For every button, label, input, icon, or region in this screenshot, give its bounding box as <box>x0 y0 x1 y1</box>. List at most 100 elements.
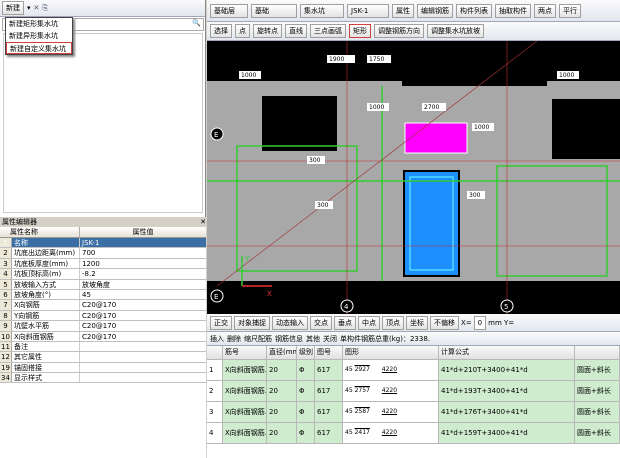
rebar-figure[interactable]: 617 <box>315 381 343 401</box>
property-value[interactable]: 1200 <box>80 259 206 268</box>
menu-item-shaped-pit[interactable]: 新建异形集水坑 <box>6 30 72 42</box>
rebar-figure[interactable]: 617 <box>315 423 343 443</box>
property-value[interactable]: C20@170 <box>80 300 206 309</box>
component-list-button[interactable]: 构件列表 <box>456 3 492 18</box>
parallel-button[interactable]: 平行 <box>559 3 581 18</box>
property-row[interactable]: 2 坑底出边距离(mm) 700 <box>0 248 206 259</box>
delete-button[interactable]: 删除 <box>227 334 241 344</box>
rotate-point-button[interactable]: 旋转点 <box>253 24 282 38</box>
category-select[interactable]: 基础 <box>251 3 297 18</box>
other-button[interactable]: 其他 <box>306 334 320 344</box>
property-row[interactable]: 4 坑板顶标高(m) -8.2 <box>0 269 206 280</box>
rebar-figure[interactable]: 617 <box>315 360 343 380</box>
type-select[interactable]: 集水坑 <box>300 3 344 18</box>
component-select[interactable]: JSK-1 <box>347 3 389 18</box>
rebar-diameter[interactable]: 20 <box>267 381 297 401</box>
rebar-row[interactable]: 1 X向斜面钢筋.1 20 Φ 617 45 2927 4220 41*d+21… <box>207 360 620 381</box>
property-value[interactable]: -8.2 <box>80 269 206 278</box>
two-points-button[interactable]: 两点 <box>534 3 556 18</box>
close-button[interactable]: 关闭 <box>323 334 337 344</box>
new-dropdown-icon[interactable]: ▾ <box>27 4 31 12</box>
adjust-rebar-direction-button[interactable]: 调整钢筋方向 <box>374 24 424 38</box>
vertex-button[interactable]: 顶点 <box>382 315 404 330</box>
property-value[interactable]: JSK-1 <box>80 238 206 247</box>
rebar-name[interactable]: X向斜面钢筋.3 <box>223 402 267 422</box>
property-row[interactable]: 1 名称 JSK-1 <box>0 238 206 249</box>
ortho-button[interactable]: 正交 <box>210 315 232 330</box>
rebar-note[interactable]: 圆面+斜长 <box>575 402 620 422</box>
rebar-note[interactable]: 圆面+斜长 <box>575 423 620 443</box>
rebar-figure[interactable]: 617 <box>315 402 343 422</box>
copy-icon[interactable]: ⎘ <box>42 4 48 13</box>
point-button[interactable]: 点 <box>235 24 250 38</box>
rebar-diameter[interactable]: 20 <box>267 402 297 422</box>
insert-button[interactable]: 插入 <box>210 334 224 344</box>
intersection-button[interactable]: 交点 <box>310 315 332 330</box>
rebar-row[interactable]: 2 X向斜面钢筋.2 20 Φ 617 45 2757 4220 41*d+19… <box>207 381 620 402</box>
menu-item-custom-pit[interactable]: 新建自定义集水坑 <box>6 42 72 54</box>
rebar-formula[interactable]: 41*d+210T+3400+41*d <box>439 360 575 380</box>
property-value[interactable]: C20@170 <box>80 332 206 341</box>
highlighted-pit[interactable] <box>404 122 468 154</box>
component-list[interactable] <box>3 33 203 213</box>
rebar-name[interactable]: X向斜面钢筋.2 <box>223 381 267 401</box>
property-value[interactable]: 700 <box>80 248 206 257</box>
property-value[interactable]: C20@170 <box>80 321 206 330</box>
search-icon[interactable]: 🔍 <box>192 19 201 27</box>
delete-icon[interactable]: ✕ <box>34 4 40 12</box>
rebar-grade[interactable]: Φ <box>297 423 315 443</box>
property-row[interactable]: 6 放坡角度(°) 45 <box>0 289 206 301</box>
property-row[interactable]: 7 X向钢筋 C20@170 <box>0 300 206 311</box>
property-row[interactable]: 3 坑底板厚度(mm) 1200 <box>0 258 206 270</box>
property-row[interactable]: 5 放坡输入方式 放坡角度 <box>0 279 206 290</box>
rebar-formula[interactable]: 41*d+193T+3400+41*d <box>439 381 575 401</box>
property-row[interactable]: 8 Y向钢筋 C20@170 <box>0 310 206 322</box>
rebar-formula[interactable]: 41*d+176T+3400+41*d <box>439 402 575 422</box>
cad-canvas[interactable]: 1900 1750 1000 1000 2700 1000 1000 300 3… <box>207 41 620 314</box>
rebar-name[interactable]: X向斜面钢筋.1 <box>223 360 267 380</box>
rebar-name[interactable]: X向斜面钢筋.4 <box>223 423 267 443</box>
close-icon[interactable]: ✕ <box>200 217 206 227</box>
property-value[interactable]: 放坡角度 <box>80 280 206 289</box>
osnap-button[interactable]: 对象捕捉 <box>234 315 270 330</box>
edit-rebar-button[interactable]: 编辑钢筋 <box>417 3 453 18</box>
rebar-row[interactable]: 3 X向斜面钢筋.3 20 Φ 617 45 2587 4220 41*d+17… <box>207 402 620 423</box>
new-button[interactable]: 新建 <box>2 1 24 15</box>
rebar-grade[interactable]: Φ <box>297 402 315 422</box>
rebar-formula[interactable]: 41*d+159T+3400+41*d <box>439 423 575 443</box>
property-value[interactable]: C20@170 <box>80 311 206 320</box>
pick-component-button[interactable]: 抽取构件 <box>495 3 531 18</box>
scale-rebar-button[interactable]: 缩尺配筋 <box>244 334 272 344</box>
rectangle-button[interactable]: 矩形 <box>349 24 371 38</box>
property-value[interactable] <box>80 363 206 372</box>
property-value[interactable]: 45 <box>80 290 206 299</box>
properties-button[interactable]: 属性 <box>392 3 414 18</box>
midpoint-button[interactable]: 中点 <box>358 315 380 330</box>
coordinate-button[interactable]: 坐标 <box>406 315 428 330</box>
rebar-grade[interactable]: Φ <box>297 360 315 380</box>
menu-item-rect-pit[interactable]: 新建矩形集水坑 <box>6 18 72 30</box>
rebar-grade[interactable]: Φ <box>297 381 315 401</box>
property-value[interactable] <box>80 373 206 382</box>
property-row[interactable]: 10 X向斜面钢筋 C20@170 <box>0 331 206 342</box>
property-value[interactable] <box>80 352 206 361</box>
perpendicular-button[interactable]: 垂点 <box>334 315 356 330</box>
property-value[interactable] <box>80 342 206 351</box>
rebar-note[interactable]: 圆面+斜长 <box>575 381 620 401</box>
rebar-row[interactable]: 4 X向斜面钢筋.4 20 Φ 617 45 2417 4220 41*d+15… <box>207 423 620 444</box>
property-row[interactable]: 12 其它属性 <box>0 352 206 363</box>
adjust-pit-slope-button[interactable]: 调整集水坑放坡 <box>427 24 484 38</box>
rebar-info-button[interactable]: 钢筋信息 <box>275 334 303 344</box>
dynamic-input-button[interactable]: 动态输入 <box>272 315 308 330</box>
rebar-diameter[interactable]: 20 <box>267 360 297 380</box>
offset-select[interactable]: 不偏移 <box>430 315 459 330</box>
floor-select[interactable]: 基础层 <box>210 3 248 18</box>
rebar-diameter[interactable]: 20 <box>267 423 297 443</box>
property-row[interactable]: 19 锚固搭接 <box>0 362 206 374</box>
select-button[interactable]: 选择 <box>210 24 232 38</box>
line-button[interactable]: 直线 <box>285 24 307 38</box>
property-row[interactable]: 9 坑壁水平筋 C20@170 <box>0 321 206 332</box>
property-row[interactable]: 11 备注 <box>0 341 206 353</box>
rebar-note[interactable]: 圆面+斜长 <box>575 360 620 380</box>
selected-pit[interactable] <box>403 170 460 277</box>
